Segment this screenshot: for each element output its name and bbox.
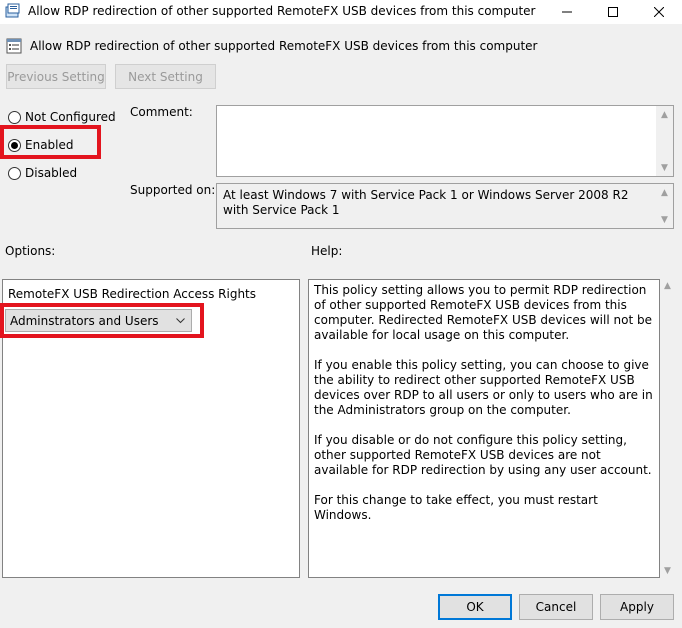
supported-on-label: Supported on: [130, 183, 216, 197]
help-paragraph: If you enable this policy setting, you c… [314, 358, 653, 417]
radio-not-configured[interactable]: Not Configured [8, 110, 116, 124]
radio-enabled[interactable]: Enabled [8, 138, 74, 152]
previous-setting-button[interactable]: Previous Setting [6, 64, 106, 89]
access-rights-label: RemoteFX USB Redirection Access Rights [8, 287, 257, 301]
cancel-button[interactable]: Cancel [519, 594, 593, 620]
comment-label: Comment: [130, 105, 193, 119]
radio-circle[interactable] [8, 166, 21, 180]
apply-button[interactable]: Apply [600, 594, 674, 620]
scroll-up-icon[interactable]: ▲ [656, 106, 673, 123]
policy-icon [5, 3, 20, 18]
help-text: This policy setting allows you to permit… [314, 283, 654, 538]
scroll-down-icon[interactable]: ▼ [656, 211, 673, 228]
close-icon [654, 7, 664, 17]
scroll-up-icon[interactable]: ▲ [656, 184, 673, 201]
comment-scrollbar[interactable]: ▲ ▼ [656, 106, 673, 176]
radio-circle[interactable] [8, 110, 21, 124]
next-setting-button[interactable]: Next Setting [115, 64, 216, 89]
supported-on-text: At least Windows 7 with Service Pack 1 o… [223, 188, 629, 217]
options-label: Options: [5, 244, 56, 258]
minimize-icon [562, 11, 572, 13]
radio-label: Not Configured [25, 110, 116, 124]
policy-setting-icon [6, 38, 22, 54]
supported-on-box: At least Windows 7 with Service Pack 1 o… [216, 183, 674, 229]
radio-circle[interactable] [8, 138, 21, 152]
help-paragraph: For this change to take effect, you must… [314, 493, 598, 522]
minimize-button[interactable] [544, 0, 590, 24]
help-paragraph: This policy setting allows you to permit… [314, 283, 652, 342]
maximize-icon [608, 7, 618, 17]
maximize-button[interactable] [590, 0, 636, 24]
help-paragraph: If you disable or do not configure this … [314, 433, 652, 477]
supported-scrollbar[interactable]: ▲ ▼ [656, 184, 673, 228]
ok-button[interactable]: OK [438, 594, 512, 620]
help-pane: This policy setting allows you to permit… [308, 279, 660, 578]
dropdown-highlight-box [0, 303, 204, 338]
help-scrollbar[interactable]: ▲ ▼ [661, 279, 678, 578]
help-label: Help: [311, 244, 343, 258]
radio-label: Enabled [25, 138, 74, 152]
radio-label: Disabled [25, 166, 78, 180]
close-button[interactable] [636, 0, 682, 24]
radio-selected-dot [11, 141, 18, 149]
scroll-down-icon[interactable]: ▼ [664, 566, 671, 576]
window-title: Allow RDP redirection of other supported… [28, 4, 536, 18]
comment-textarea[interactable]: ▲ ▼ [216, 105, 674, 177]
scroll-down-icon[interactable]: ▼ [656, 159, 673, 176]
scroll-up-icon[interactable]: ▲ [664, 281, 671, 291]
policy-title: Allow RDP redirection of other supported… [30, 39, 538, 53]
radio-disabled[interactable]: Disabled [8, 166, 77, 180]
